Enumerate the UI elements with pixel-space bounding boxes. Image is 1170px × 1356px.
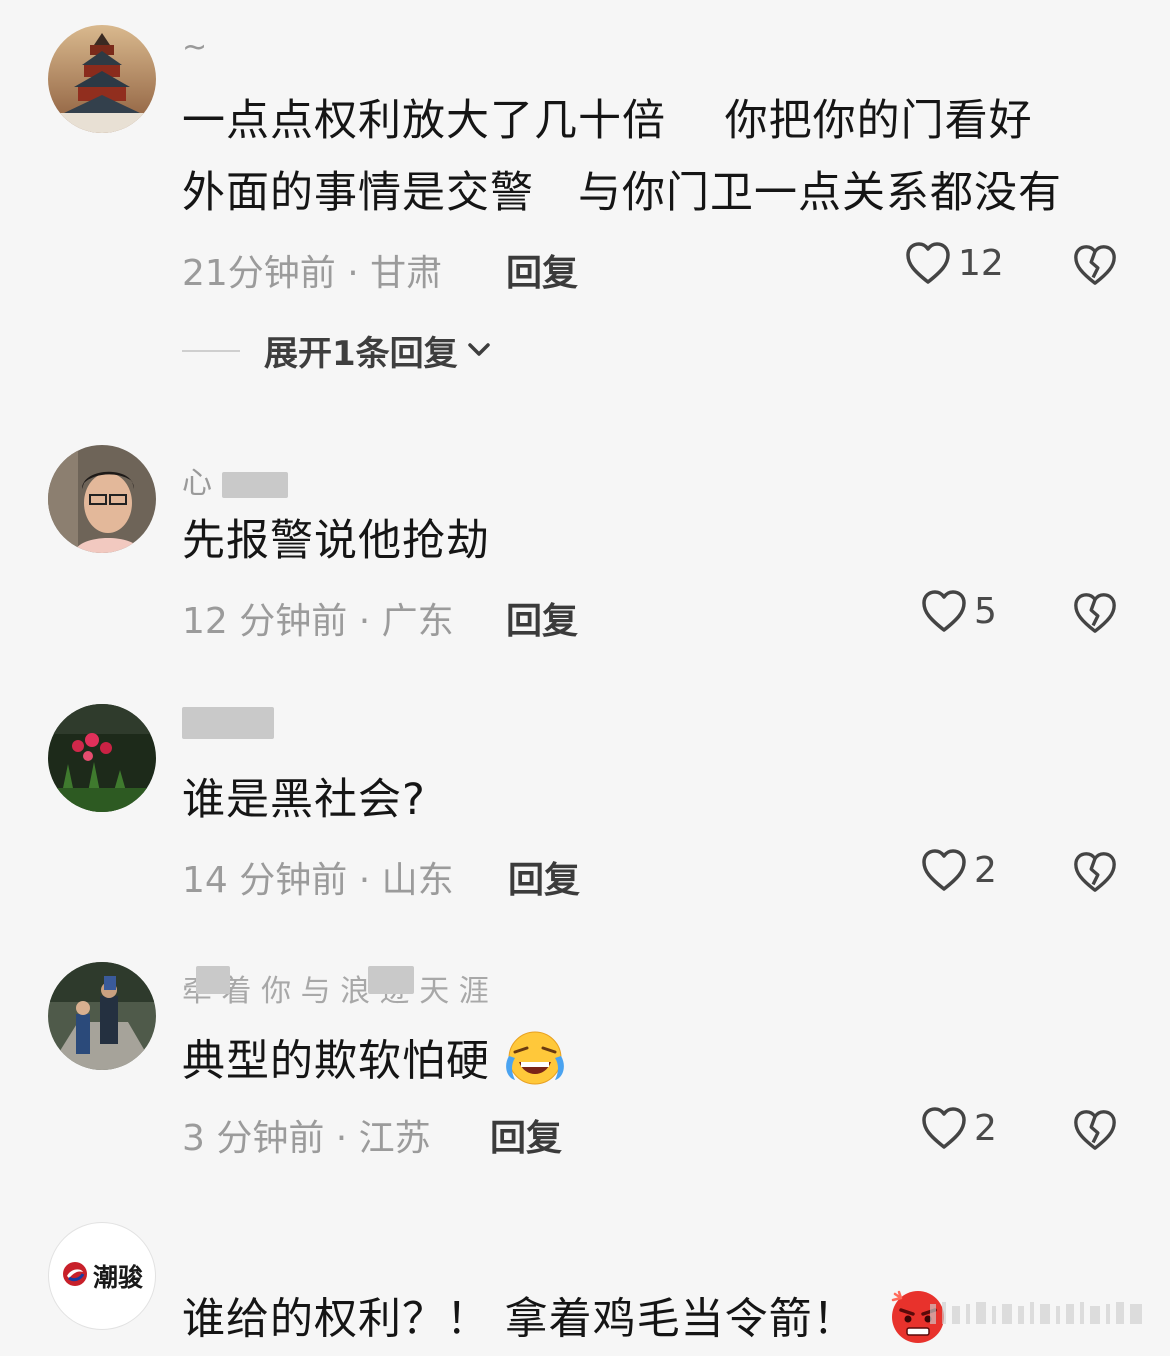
heart-outline-icon [920,1105,968,1151]
like-count: 12 [958,242,1004,284]
avatar[interactable]: 潮骏 [48,1222,156,1330]
expand-replies-label: 展开1条回复 [264,334,458,374]
avatar-logo-text: 潮骏 [92,1263,143,1292]
dislike-button[interactable] [1072,1107,1118,1153]
avatar[interactable] [48,704,156,812]
broken-heart-icon [1072,242,1118,288]
redaction-block [368,966,414,994]
like-count: 5 [974,590,997,632]
username[interactable]: 心 [182,458,288,502]
reply-button[interactable]: 回复 [506,592,578,644]
avatar[interactable] [48,445,156,553]
redaction-block [182,706,274,739]
redaction-block [196,966,230,994]
reply-button[interactable]: 回复 [508,851,580,903]
like-count: 2 [974,849,997,891]
like-button[interactable]: 2 [920,847,997,893]
like-button[interactable]: 5 [920,588,997,634]
reply-button[interactable]: 回复 [506,244,578,296]
broken-heart-icon [1072,590,1118,636]
comment-meta: 21分钟前 · 甘肃 [182,253,443,294]
heart-outline-icon [920,847,968,893]
like-button[interactable]: 2 [920,1105,997,1151]
comment-text-line: 典型的欺软怕硬 [182,1030,565,1098]
comment-text-line: 外面的事情是交警 与你门卫一点关系都没有 [182,168,1062,218]
divider [182,349,240,352]
like-count: 2 [974,1107,997,1149]
dislike-button[interactable] [1072,849,1118,895]
reply-button[interactable]: 回复 [490,1109,562,1161]
avatar[interactable] [48,962,156,1070]
logo-icon [61,1260,89,1292]
heart-outline-icon [904,240,952,286]
like-button[interactable]: 12 [904,240,1004,286]
chevron-down-icon [466,339,492,363]
comment-meta: 14 分钟前 · 山东 [182,860,454,901]
redaction-block [221,471,288,498]
expand-replies-button[interactable]: 展开1条回复 [182,326,492,375]
dislike-button[interactable] [1072,590,1118,636]
broken-heart-icon [1072,1107,1118,1153]
comment-meta: 3 分钟前 · 江苏 [182,1118,431,1159]
grimacing-tears-emoji [505,1030,565,1098]
username[interactable]: ~ [182,30,207,65]
comment-text-line: 一点点权利放大了几十倍 你把你的门看好 [182,96,1033,146]
username[interactable] [182,704,274,739]
comment-meta: 12 分钟前 · 广东 [182,601,454,642]
avatar[interactable] [48,25,156,133]
comment-text-line: 先报警说他抢劫 [182,516,490,566]
comment-text-line: 谁是黑社会? [182,775,426,825]
comment-text-line: 谁给的权利？！ 拿着鸡毛当令箭！ [182,1288,947,1356]
watermark [930,1300,1144,1328]
heart-outline-icon [920,588,968,634]
broken-heart-icon [1072,849,1118,895]
dislike-button[interactable] [1072,242,1118,288]
